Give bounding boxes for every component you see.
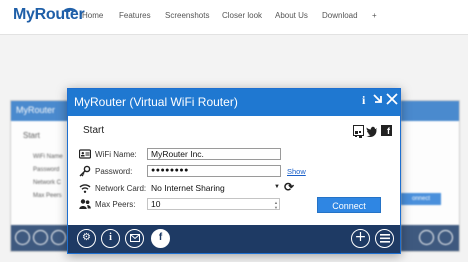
twitter-bird-icon [366,126,377,138]
info-circle-icon[interactable]: i [101,229,120,248]
id-card-icon [79,149,91,159]
wifi-signal-icon [79,184,91,193]
network-card-select[interactable]: No Internet Sharing ▼ [147,181,281,194]
window-titlebar[interactable]: MyRouter (Virtual WiFi Router) i [68,89,400,116]
ghost-section-title: Start [23,131,40,140]
max-peers-stepper[interactable]: ▲ ▼ [274,200,280,210]
show-password-link[interactable]: Show [287,167,306,176]
settings-icon[interactable]: ⚙ [77,229,96,248]
users-icon [79,199,91,209]
list-icon[interactable] [375,229,394,248]
list-lines-icon [379,234,390,243]
network-card-label: Network Card: [95,184,147,193]
ghost-bottombar-right [401,225,459,251]
email-icon[interactable] [125,229,144,248]
ghost-window-right: onnect [400,100,460,252]
nav-screenshots[interactable]: Screenshots [165,11,209,20]
qr-share-icon[interactable] [353,125,364,138]
facebook-circle-icon[interactable]: f [151,229,170,248]
max-peers-value: 10 [151,199,161,209]
network-card-value: No Internet Sharing [151,183,225,193]
panel-title: Start [83,125,105,136]
nav-home[interactable]: Home [82,11,103,20]
password-input[interactable]: ●●●●●●●● [147,165,281,177]
twitter-icon[interactable] [366,124,377,138]
ghost-bottombar-left [11,225,69,251]
max-peers-label: Max Peers: [95,200,136,209]
connect-button[interactable]: Connect [317,197,381,213]
minimize-icon[interactable] [373,93,383,108]
wifi-name-label: WiFi Name: [95,150,137,159]
facebook-icon[interactable]: f [381,125,392,136]
ghost-title-left: MyRouter [11,101,69,121]
nav-download[interactable]: Download [322,11,358,20]
ghost-window-left: MyRouter Start WiFi Name Password Networ… [10,100,70,252]
nav-about-us[interactable]: About Us [275,11,308,20]
site-logo[interactable]: MyRouter [13,6,85,24]
window-title: MyRouter (Virtual WiFi Router) [74,95,238,109]
password-label: Password: [95,167,133,176]
bottom-toolbar: ⚙ i f + [68,225,400,253]
nav-closer-look[interactable]: Closer look [222,11,262,20]
nav-features[interactable]: Features [119,11,151,20]
nav-more[interactable]: + [372,11,377,20]
ghost-label-4: Max Peers [33,193,62,199]
ghost-title-right [401,101,459,121]
site-header: MyRouter Home Features Screenshots Close… [0,0,468,34]
close-icon[interactable] [386,93,398,108]
close-x-icon [386,93,398,105]
refresh-icon[interactable]: ⟳ [284,180,294,194]
ghost-label-1: WiFi Name [33,154,63,160]
add-icon[interactable]: + [351,229,370,248]
wifi-logo-icon [62,7,78,13]
wifi-name-input[interactable]: MyRouter Inc. [147,148,281,160]
info-icon[interactable]: i [362,93,365,108]
max-peers-input[interactable]: 10 [147,198,280,210]
chevron-down-icon: ▼ [274,184,280,190]
qr-glyph-icon [355,131,362,138]
ghost-label-2: Password [33,167,60,173]
envelope-glyph-icon [129,234,140,242]
ghost-connect-button: onnect [401,193,441,205]
minimize-arrow-icon [373,94,382,103]
myrouter-window: MyRouter (Virtual WiFi Router) i Start f [67,88,401,254]
key-icon [79,165,91,177]
ghost-label-3: Network C [33,180,62,186]
